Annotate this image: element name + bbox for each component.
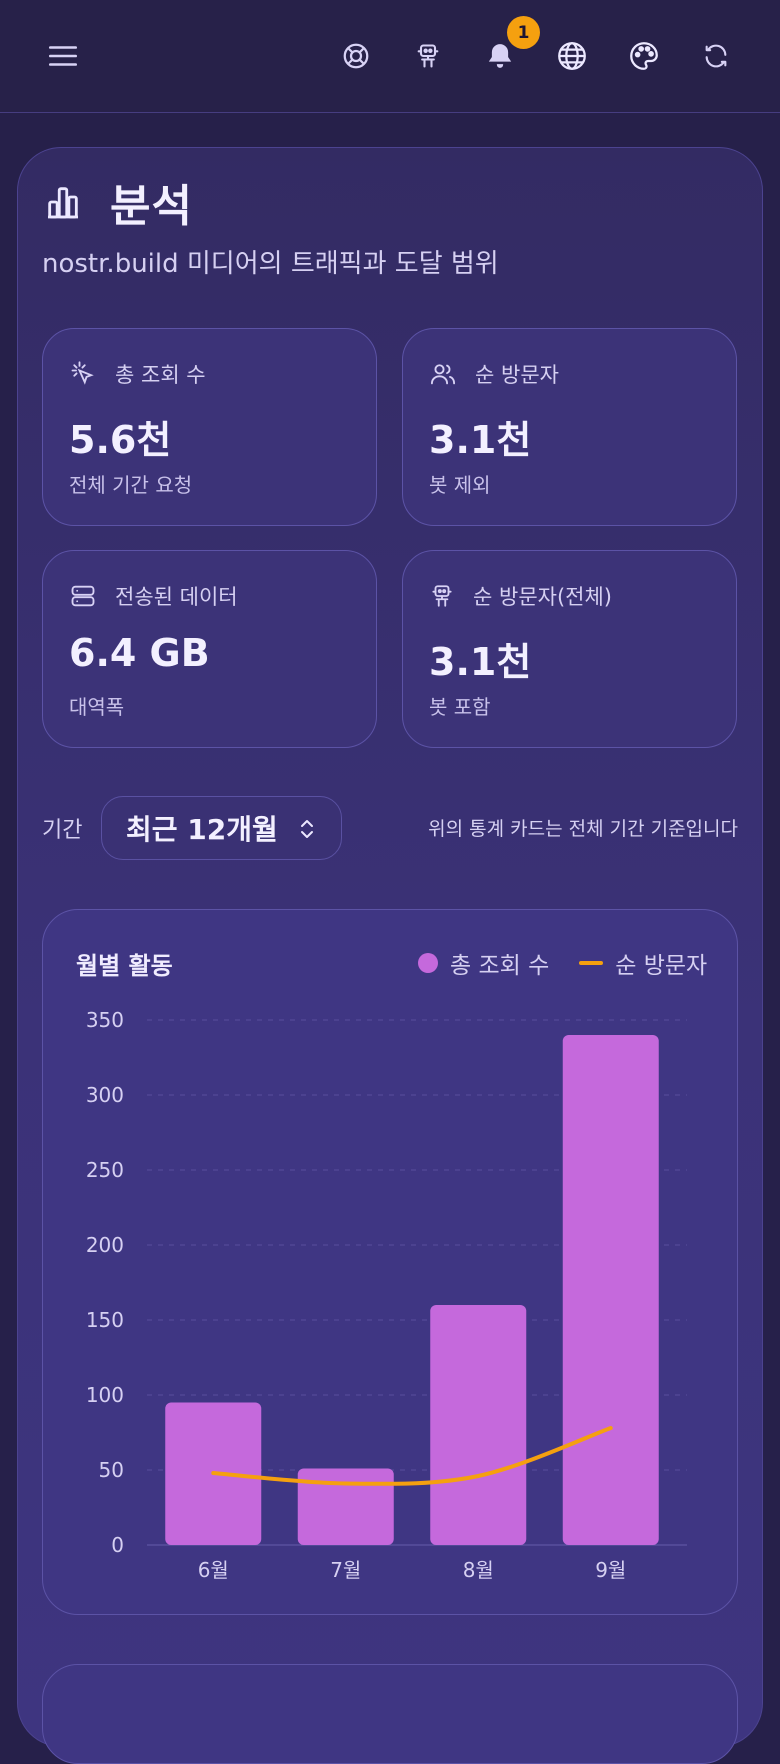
stat-label: 순 방문자 [475, 363, 559, 387]
legend-visitors-label: 순 방문자 [615, 953, 708, 979]
page-header: 분석 [42, 172, 193, 232]
bar-7월 [297, 1468, 394, 1545]
y-tick-label: 50 [99, 1458, 124, 1482]
stat-note: 봇 포함 [429, 695, 491, 719]
stat-value: 6.4 GB [69, 631, 210, 675]
stat-note: 봇 제외 [429, 473, 491, 497]
y-tick-label: 250 [86, 1158, 124, 1182]
bot-button[interactable] [405, 33, 451, 79]
next-section-card [42, 1664, 738, 1764]
lifebuoy-icon [343, 43, 369, 69]
period-note: 위의 통계 카드는 전체 기간 기준입니다 [428, 818, 738, 840]
bar-9월 [562, 1035, 659, 1545]
menu-button[interactable] [40, 33, 86, 79]
stat-note: 대역폭 [69, 695, 125, 719]
page-subtitle: nostr.build 미디어의 트래픽과 도달 범위 [42, 249, 499, 279]
stat-card-unique-visitors: 순 방문자 3.1천 봇 제외 [402, 328, 737, 526]
stat-value: 3.1천 [429, 640, 532, 684]
palette-icon [630, 42, 658, 70]
refresh-button[interactable] [693, 33, 739, 79]
y-tick-label: 150 [86, 1308, 124, 1332]
stat-label: 총 조회 수 [115, 363, 206, 387]
legend-views-swatch [418, 953, 438, 973]
bell-icon [488, 44, 512, 68]
stat-value: 5.6천 [69, 418, 172, 462]
stat-value: 3.1천 [429, 418, 532, 462]
server-icon [71, 585, 95, 607]
period-label: 기간 [42, 818, 83, 843]
y-tick-label: 0 [111, 1533, 124, 1557]
chevron-up-down-icon [301, 820, 313, 838]
top-bar: 1 [0, 0, 780, 113]
stat-card-unique-visitors-all: 순 방문자(전체) 3.1천 봇 포함 [402, 550, 737, 748]
period-value: 최근 12개월 [126, 813, 278, 846]
legend-views-label: 총 조회 수 [450, 953, 550, 979]
robot-icon [432, 585, 452, 607]
support-button[interactable] [333, 33, 379, 79]
monthly-activity-chart: 0 50 100 150 200 250 300 350 6월 7월 8월 9월 [86, 1008, 687, 1582]
x-tick-label: 6월 [198, 1558, 229, 1582]
chart-legend: 총 조회 수 순 방문자 [418, 946, 707, 980]
language-button[interactable] [549, 33, 595, 79]
x-tick-label: 8월 [463, 1558, 494, 1582]
y-tick-label: 300 [86, 1083, 124, 1107]
legend-visitors-swatch [579, 961, 604, 965]
users-icon [430, 364, 456, 385]
theme-button[interactable] [621, 33, 667, 79]
period-select[interactable]: 최근 12개월 [101, 796, 342, 860]
x-tick-label: 9월 [595, 1558, 626, 1582]
y-tick-label: 100 [86, 1383, 124, 1407]
visitors-line [211, 1426, 613, 1486]
bar-8월 [430, 1305, 527, 1545]
page-title: 분석 [110, 181, 193, 232]
cursor-click-icon [71, 361, 94, 385]
stat-card-total-views: 총 조회 수 5.6천 전체 기간 요청 [42, 328, 377, 526]
robot-icon [417, 44, 439, 68]
x-tick-label: 7월 [330, 1558, 361, 1582]
stat-card-data-transferred: 전송된 데이터 6.4 GB 대역폭 [42, 550, 377, 748]
stat-label: 전송된 데이터 [115, 585, 238, 609]
bar-chart-icon [48, 187, 78, 219]
chart-title: 월별 활동 [76, 952, 173, 980]
y-tick-label: 200 [86, 1233, 124, 1257]
menu-icon [48, 46, 78, 66]
y-tick-label: 350 [86, 1008, 124, 1032]
stat-label: 순 방문자(전체) [473, 585, 612, 609]
globe-icon [558, 42, 586, 70]
notification-badge: 1 [507, 16, 540, 49]
stat-note: 전체 기간 요청 [69, 473, 193, 497]
refresh-icon [705, 44, 727, 68]
